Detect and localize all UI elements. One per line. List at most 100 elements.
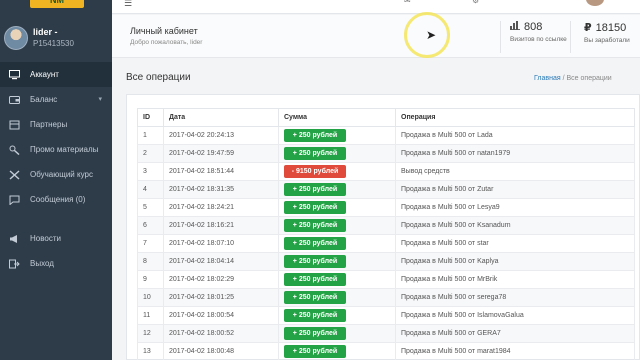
cell-id: 11 xyxy=(137,306,164,325)
cell-operation: Продажа в Multi 500 от Kaplya xyxy=(395,252,635,271)
sidebar-item-promo[interactable]: Промо материалы xyxy=(0,137,112,162)
column-header-sum[interactable]: Сумма xyxy=(278,108,396,127)
cell-date: 2017-04-02 18:02:29 xyxy=(163,270,279,289)
cell-id: 13 xyxy=(137,342,164,360)
cell-operation: Продажа в Multi 500 от serega78 xyxy=(395,288,635,307)
menu-toggle-icon[interactable]: ☰ xyxy=(124,0,132,9)
cell-id: 5 xyxy=(137,198,164,217)
amount-badge: - 9150 рублей xyxy=(284,165,346,178)
bar-chart-icon xyxy=(510,21,520,33)
mouse-cursor-icon: ➤ xyxy=(426,28,437,42)
sidebar-item-label: Промо материалы xyxy=(30,145,99,154)
chat-icon xyxy=(8,194,20,206)
cell-date: 2017-04-02 18:24:21 xyxy=(163,198,279,217)
amount-badge: + 250 рублей xyxy=(284,183,346,196)
sidebar-item-label: Сообщения (0) xyxy=(30,195,86,204)
topbar: ☰ ✉ ⚙ xyxy=(112,0,640,14)
cell-date: 2017-04-02 18:07:10 xyxy=(163,234,279,253)
settings-icon[interactable]: ⚙ xyxy=(472,0,479,5)
table-row[interactable]: 6 2017-04-02 18:16:21 + 250 рублей Продажа … xyxy=(137,216,635,235)
sidebar-item-exit[interactable]: Выход xyxy=(0,251,112,276)
cell-sum: - 9150 рублей xyxy=(278,162,396,181)
cell-operation: Продажа в Multi 500 от marat1984 xyxy=(395,342,635,360)
cell-id: 4 xyxy=(137,180,164,199)
cell-id: 3 xyxy=(137,162,164,181)
ruble-icon: ₽ xyxy=(584,22,592,34)
table-header-row: ID Дата Сумма Операция xyxy=(137,108,635,127)
table-row[interactable]: 8 2017-04-02 18:04:14 + 250 рублей Продажа … xyxy=(137,252,635,271)
amount-badge: + 250 рублей xyxy=(284,309,346,322)
stat-visits: 808 Визитов по ссылке xyxy=(510,21,567,55)
table-row[interactable]: 7 2017-04-02 18:07:10 + 250 рублей Продажа … xyxy=(137,234,635,253)
cell-date: 2017-04-02 18:31:35 xyxy=(163,180,279,199)
cell-operation: Продажа в Multi 500 от natan1979 xyxy=(395,144,635,163)
cell-id: 12 xyxy=(137,324,164,343)
top-avatar[interactable] xyxy=(586,0,604,6)
column-header-id[interactable]: ID xyxy=(137,108,164,127)
sidebar-item-news[interactable]: Новости xyxy=(0,226,112,251)
cell-sum: + 250 рублей xyxy=(278,180,396,199)
sidebar-item-messages[interactable]: Сообщения (0) xyxy=(0,187,112,212)
sidebar-item-label: Баланс xyxy=(30,95,58,104)
sidebar-item-label: Партнеры xyxy=(30,120,68,129)
user-name[interactable]: lider - xyxy=(33,27,58,37)
table-body: 1 2017-04-02 20:24:13 + 250 рублей Продажа … xyxy=(137,126,635,360)
page-header: Личный кабинет Добро пожаловать, lider 8… xyxy=(112,15,640,58)
wallet-icon xyxy=(8,94,20,106)
table-row[interactable]: 12 2017-04-02 18:00:52 + 250 рублей Продажа… xyxy=(137,324,635,343)
exit-icon xyxy=(8,258,20,270)
divider xyxy=(570,21,571,53)
amount-badge: + 250 рублей xyxy=(284,219,346,232)
amount-badge: + 250 рублей xyxy=(284,237,346,250)
operations-card: ID Дата Сумма Операция 1 2017-04-02 20:24… xyxy=(126,94,640,360)
breadcrumb-home-link[interactable]: Главная xyxy=(534,75,561,82)
table-row[interactable]: 2 2017-04-02 19:47:59 + 250 рублей Продажа … xyxy=(137,144,635,163)
table-row[interactable]: 10 2017-04-02 18:01:25 + 250 рублей Продажа… xyxy=(137,288,635,307)
cell-sum: + 250 рублей xyxy=(278,216,396,235)
table-row[interactable]: 11 2017-04-02 18:00:54 + 250 рублей Продажа… xyxy=(137,306,635,325)
divider xyxy=(500,21,501,53)
megaphone-icon xyxy=(8,233,20,245)
wrench-icon xyxy=(8,144,20,156)
amount-badge: + 250 рублей xyxy=(284,291,346,304)
stat-value: 18150 xyxy=(595,21,627,34)
section-title: Все операции xyxy=(126,72,191,83)
table-row[interactable]: 1 2017-04-02 20:24:13 + 250 рублей Продажа … xyxy=(137,126,635,145)
cell-date: 2017-04-02 20:24:13 xyxy=(163,126,279,145)
table-row[interactable]: 9 2017-04-02 18:02:29 + 250 рублей Продажа … xyxy=(137,270,635,289)
column-header-date[interactable]: Дата xyxy=(163,108,279,127)
cell-id: 6 xyxy=(137,216,164,235)
cell-operation: Продажа в Multi 500 от Ksanadum xyxy=(395,216,635,235)
stat-earnings: ₽ 18150 Вы заработали xyxy=(584,21,630,55)
people-icon xyxy=(8,119,20,131)
monitor-icon xyxy=(8,69,20,81)
cell-date: 2017-04-02 18:51:44 xyxy=(163,162,279,181)
cell-operation: Продажа в Multi 500 от IslamovaGalua xyxy=(395,306,635,325)
stat-value: 808 xyxy=(524,21,543,33)
amount-badge: + 250 рублей xyxy=(284,273,346,286)
sidebar-item-course[interactable]: Обучающий курс xyxy=(0,162,112,187)
column-header-operation[interactable]: Операция xyxy=(395,108,635,127)
table-row[interactable]: 3 2017-04-02 18:51:44 - 9150 рублей Вывод с… xyxy=(137,162,635,181)
avatar[interactable] xyxy=(4,26,28,50)
cell-id: 9 xyxy=(137,270,164,289)
table-row[interactable]: 4 2017-04-02 18:31:35 + 250 рублей Продажа … xyxy=(137,180,635,199)
cell-sum: + 250 рублей xyxy=(278,144,396,163)
user-profile: lider - P15413530 xyxy=(0,22,112,58)
cell-id: 10 xyxy=(137,288,164,307)
sidebar-item-account[interactable]: Аккаунт xyxy=(0,62,112,87)
cell-sum: + 250 рублей xyxy=(278,270,396,289)
stat-label: Визитов по ссылке xyxy=(510,36,567,43)
cell-id: 2 xyxy=(137,144,164,163)
table-row[interactable]: 13 2017-04-02 18:00:48 + 250 рублей Продажа… xyxy=(137,342,635,360)
cell-date: 2017-04-02 18:00:54 xyxy=(163,306,279,325)
table-row[interactable]: 5 2017-04-02 18:24:21 + 250 рублей Продажа … xyxy=(137,198,635,217)
cell-sum: + 250 рублей xyxy=(278,324,396,343)
mail-icon[interactable]: ✉ xyxy=(404,0,411,5)
sidebar-item-label: Выход xyxy=(30,259,54,268)
sidebar-item-balance[interactable]: Баланс ▾ xyxy=(0,87,112,112)
sidebar-item-partners[interactable]: Партнеры xyxy=(0,112,112,137)
sidebar: NM lider - P15413530 Аккаунт Баланс ▾ Па… xyxy=(0,0,112,360)
logo[interactable]: NM xyxy=(30,0,84,8)
cell-sum: + 250 рублей xyxy=(278,126,396,145)
